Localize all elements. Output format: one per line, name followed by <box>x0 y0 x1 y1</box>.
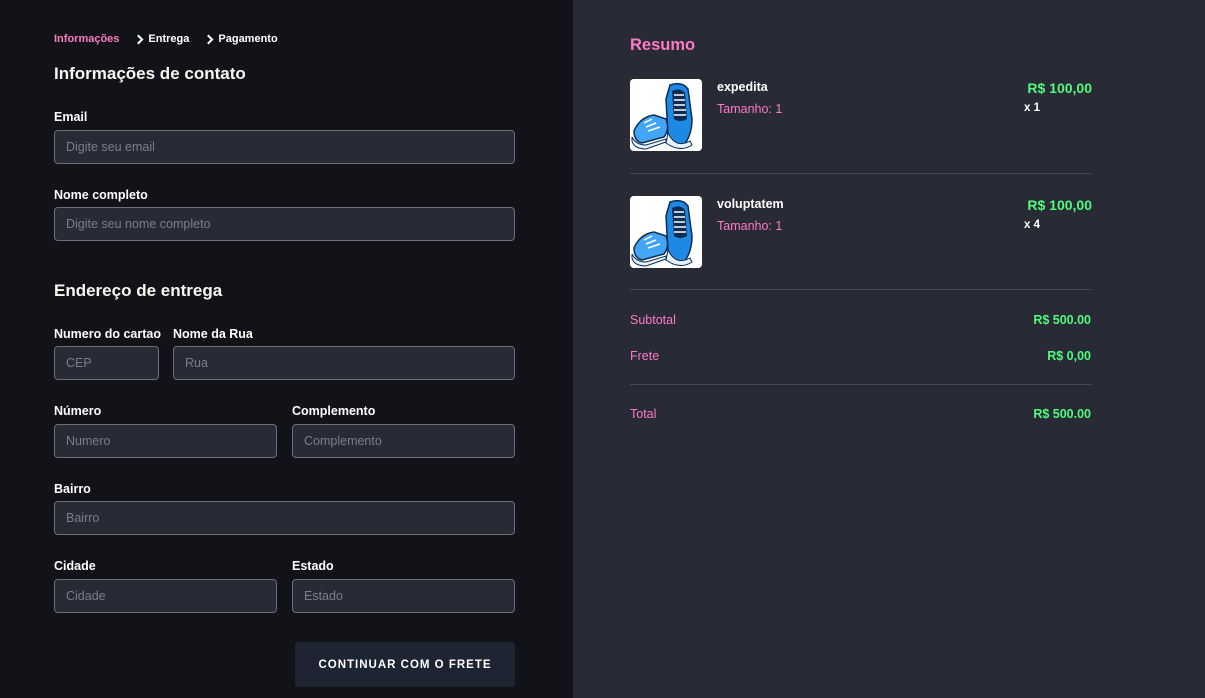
chevron-right-icon <box>203 34 214 44</box>
street-label: Nome da Rua <box>173 327 253 341</box>
item-size: Tamanho: 1 <box>717 219 783 233</box>
shipping-value: R$ 0,00 <box>1047 349 1091 363</box>
cart-item: expedita Tamanho: 1 R$ 100,00 x 1 <box>630 79 1092 153</box>
breadcrumb-pagamento-label: Pagamento <box>218 33 278 45</box>
item-size: Tamanho: 1 <box>717 102 783 116</box>
divider <box>630 173 1092 174</box>
contact-section-title: Informações de contato <box>54 64 246 83</box>
order-summary-panel: Resumo expedita Tamanho: 1 R$ 100,00 x 1 <box>573 0 1205 698</box>
city-label: Cidade <box>54 559 96 573</box>
subtotal-label: Subtotal <box>630 313 676 327</box>
total-value: R$ 500.00 <box>1033 407 1091 421</box>
breadcrumb: Informações Entrega Pagamento <box>54 32 278 46</box>
summary-title: Resumo <box>630 36 696 54</box>
full-name-label: Nome completo <box>54 188 148 202</box>
checkout-form-panel: Informações Entrega Pagamento Informaçõe… <box>0 0 573 698</box>
divider <box>630 289 1092 290</box>
cep-field[interactable] <box>54 346 159 380</box>
state-field[interactable] <box>292 579 515 613</box>
breadcrumb-informacoes[interactable]: Informações <box>54 33 119 45</box>
continue-shipping-button[interactable]: CONTINUAR COM O FRETE <box>295 642 515 687</box>
number-field[interactable] <box>54 424 277 458</box>
card-number-label: Numero do cartao <box>54 327 161 341</box>
subtotal-value: R$ 500.00 <box>1033 313 1091 327</box>
district-field[interactable] <box>54 501 515 535</box>
item-price: R$ 100,00 <box>1027 197 1092 213</box>
number-label: Número <box>54 404 102 418</box>
breadcrumb-pagamento[interactable]: Pagamento <box>189 33 278 45</box>
email-field[interactable] <box>54 130 515 164</box>
address-section-title: Endereço de entrega <box>54 281 223 300</box>
item-name: voluptatem <box>717 197 784 211</box>
total-label: Total <box>630 407 657 421</box>
item-quantity: x 4 <box>1024 219 1040 231</box>
divider <box>630 384 1092 385</box>
street-field[interactable] <box>173 346 515 380</box>
breadcrumb-entrega[interactable]: Entrega <box>119 33 189 45</box>
item-name: expedita <box>717 80 768 94</box>
full-name-field[interactable] <box>54 207 515 241</box>
checkout-page: Informações Entrega Pagamento Informaçõe… <box>0 0 1205 698</box>
email-label: Email <box>54 110 88 124</box>
sneaker-image <box>630 79 702 151</box>
sneaker-image <box>630 196 702 268</box>
city-field[interactable] <box>54 579 277 613</box>
item-price: R$ 100,00 <box>1027 80 1092 96</box>
chevron-right-icon <box>133 34 144 44</box>
district-label: Bairro <box>54 482 91 496</box>
complement-label: Complemento <box>292 404 376 418</box>
shipping-label: Frete <box>630 349 660 363</box>
breadcrumb-entrega-label: Entrega <box>148 33 190 45</box>
complement-field[interactable] <box>292 424 515 458</box>
state-label: Estado <box>292 559 334 573</box>
cart-item: voluptatem Tamanho: 1 R$ 100,00 x 4 <box>630 196 1092 270</box>
item-quantity: x 1 <box>1024 102 1040 114</box>
